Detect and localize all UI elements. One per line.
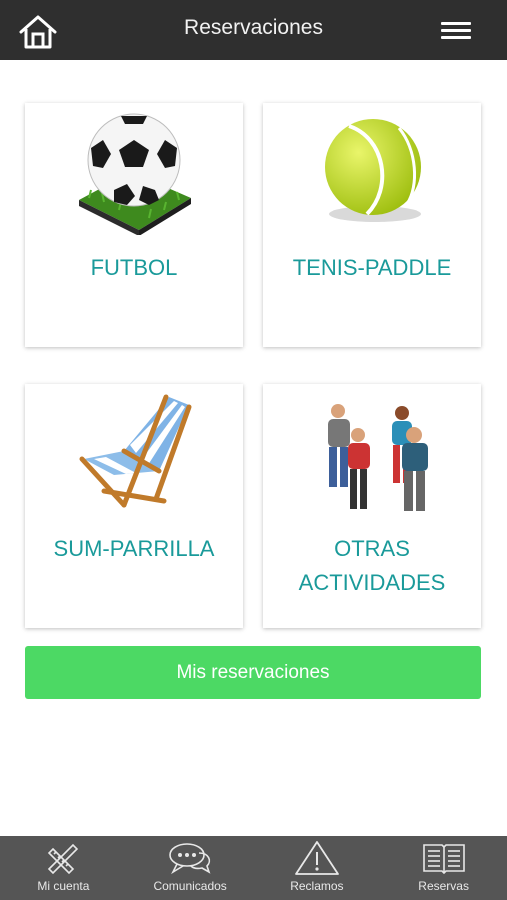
sum-parrilla-card[interactable]: SUM-PARRILLA bbox=[25, 384, 243, 628]
tenis-paddle-card[interactable]: TENIS-PADDLE bbox=[263, 103, 481, 347]
tab-label: Reservas bbox=[418, 879, 469, 893]
card-label: TENIS-PADDLE bbox=[292, 255, 452, 280]
pencil-ruler-icon bbox=[45, 838, 81, 878]
beach-chair-icon bbox=[25, 388, 243, 518]
tab-reclamos[interactable]: Reclamos bbox=[254, 836, 381, 900]
soccer-ball-icon bbox=[25, 107, 243, 237]
otras-actividades-card[interactable]: OTRAS ACTIVIDADES bbox=[263, 384, 481, 628]
menu-line bbox=[441, 22, 471, 25]
page-title: Reservaciones bbox=[184, 16, 323, 39]
card-label-line: OTRAS bbox=[334, 536, 410, 561]
bottom-nav: Mi cuenta Comunicados Reclamos Reservas bbox=[0, 836, 507, 900]
tab-label: Reclamos bbox=[290, 879, 344, 893]
card-label: FUTBOL bbox=[90, 255, 178, 280]
mis-reservaciones-button[interactable]: Mis reservaciones bbox=[25, 646, 481, 699]
card-label: SUM-PARRILLA bbox=[53, 536, 215, 561]
hamburger-menu-button[interactable] bbox=[441, 22, 471, 40]
menu-line bbox=[441, 29, 471, 32]
warning-icon bbox=[294, 838, 340, 878]
tab-mi-cuenta[interactable]: Mi cuenta bbox=[0, 836, 127, 900]
card-label: OTRAS ACTIVIDADES bbox=[263, 532, 481, 600]
futbol-card[interactable]: FUTBOL bbox=[25, 103, 243, 347]
people-group-icon bbox=[263, 388, 481, 518]
menu-line bbox=[441, 36, 471, 39]
tab-label: Mi cuenta bbox=[37, 879, 90, 893]
tab-reservas[interactable]: Reservas bbox=[380, 836, 507, 900]
tab-label: Comunicados bbox=[153, 879, 227, 893]
card-label-line: ACTIVIDADES bbox=[298, 570, 446, 595]
app-header: Reservaciones bbox=[0, 0, 507, 60]
book-icon bbox=[421, 838, 467, 878]
tab-comunicados[interactable]: Comunicados bbox=[127, 836, 254, 900]
tennis-ball-icon bbox=[263, 107, 481, 237]
chat-bubbles-icon bbox=[167, 838, 213, 878]
